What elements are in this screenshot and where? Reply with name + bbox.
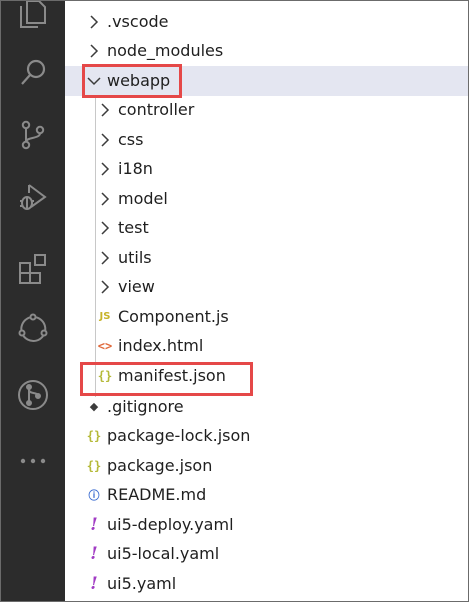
yaml-file-icon: ! (90, 573, 98, 594)
json-file-icon: {} (86, 429, 102, 444)
tree-item-label: Component.js (118, 306, 229, 326)
chevron-right-icon (96, 131, 114, 149)
chevron-right-icon (96, 101, 114, 119)
tree-item-i18n[interactable]: i18n (65, 155, 468, 185)
more-icon[interactable] (1, 435, 65, 487)
remote-explorer-icon[interactable] (1, 303, 65, 355)
tree-item-label: i18n (118, 159, 153, 179)
tree-item-gitignore[interactable]: ◆ .gitignore (65, 392, 468, 422)
tree-item-label: view (118, 277, 155, 297)
tree-item-vscode[interactable]: .vscode (65, 7, 468, 37)
yaml-file-icon: ! (90, 514, 98, 535)
tree-item-package-json[interactable]: {} package.json (65, 451, 468, 481)
tree-item-label: css (118, 129, 144, 149)
tree-item-utils[interactable]: utils (65, 243, 468, 273)
tree-item-ui5-deploy-yaml[interactable]: ! ui5-deploy.yaml (65, 510, 468, 540)
tree-item-label: utils (118, 247, 152, 267)
tree-item-label: .vscode (107, 11, 169, 31)
chevron-right-icon (96, 278, 114, 296)
tree-item-node-modules[interactable]: node_modules (65, 37, 468, 67)
search-icon[interactable] (1, 47, 65, 99)
tree-item-label: node_modules (107, 41, 224, 61)
tree-item-ui5-yaml[interactable]: ! ui5.yaml (65, 569, 468, 599)
git-graph-icon[interactable] (1, 369, 65, 421)
tree-item-package-lock-json[interactable]: {} package-lock.json (65, 422, 468, 452)
chevron-right-icon (85, 42, 103, 60)
tree-item-label: index.html (118, 336, 204, 356)
tree-item-view[interactable]: view (65, 273, 468, 303)
chevron-right-icon (96, 219, 114, 237)
tree-item-css[interactable]: css (65, 125, 468, 155)
manifest-json-highlight-box (80, 362, 253, 396)
run-debug-icon[interactable] (1, 171, 65, 223)
tree-item-label: model (118, 188, 168, 208)
tree-item-label: package.json (107, 455, 213, 475)
source-control-icon[interactable] (1, 109, 65, 161)
tree-item-model[interactable]: model (65, 184, 468, 214)
vscode-window: .vscode node_modules webapp controller c… (0, 0, 469, 602)
explorer-icon[interactable] (1, 1, 65, 39)
tree-item-label: ui5-deploy.yaml (107, 514, 234, 534)
tree-item-index-html[interactable]: <> index.html (65, 332, 468, 362)
tree-item-label: .gitignore (107, 396, 184, 416)
chevron-right-icon (96, 249, 114, 267)
activity-bar (1, 1, 65, 601)
chevron-right-icon (96, 160, 114, 178)
info-file-icon: ⓘ (88, 489, 100, 503)
tree-item-readme-md[interactable]: ⓘ README.md (65, 481, 468, 511)
webapp-highlight-box (82, 64, 182, 98)
extensions-icon[interactable] (1, 243, 65, 295)
git-file-icon: ◆ (89, 400, 99, 414)
tree-item-label: test (118, 218, 149, 238)
chevron-right-icon (96, 190, 114, 208)
tree-item-label: controller (118, 100, 195, 120)
tree-item-test[interactable]: test (65, 214, 468, 244)
tree-item-label: ui5-local.yaml (107, 544, 220, 564)
json-file-icon: {} (86, 458, 102, 473)
html-file-icon: <> (97, 339, 113, 354)
js-file-icon: JS (99, 311, 111, 323)
yaml-file-icon: ! (90, 544, 98, 565)
tree-item-ui5-local-yaml[interactable]: ! ui5-local.yaml (65, 540, 468, 570)
tree-item-label: package-lock.json (107, 426, 251, 446)
tree-item-label: ui5.yaml (107, 573, 177, 593)
tree-item-controller[interactable]: controller (65, 96, 468, 126)
tree-item-label: README.md (107, 485, 207, 505)
tree-item-component-js[interactable]: JS Component.js (65, 302, 468, 332)
explorer-tree: .vscode node_modules webapp controller c… (65, 1, 468, 601)
chevron-right-icon (85, 13, 103, 31)
